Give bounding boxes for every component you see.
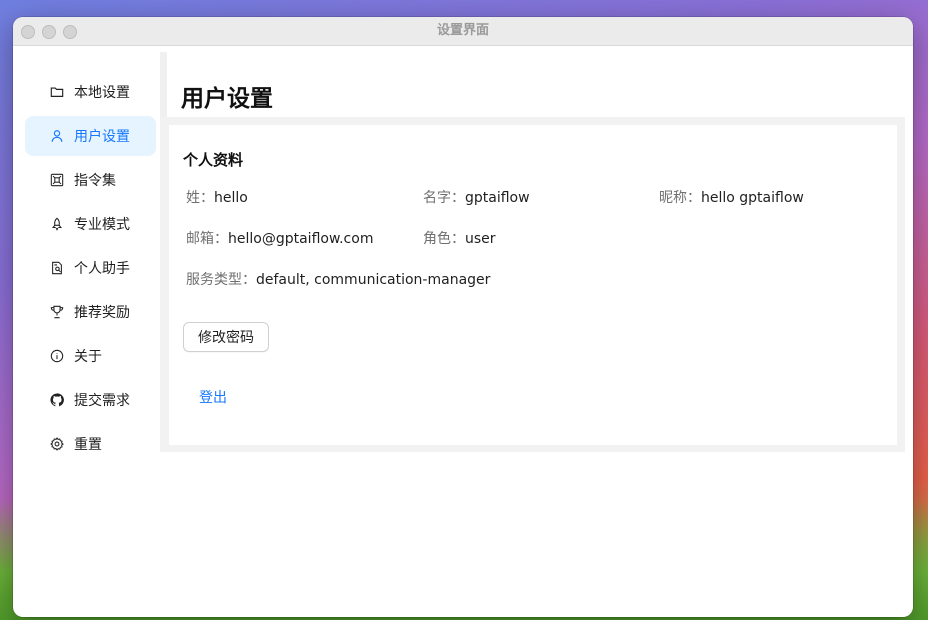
trophy-icon xyxy=(49,304,65,320)
file-search-icon xyxy=(49,260,65,276)
first-name-field: 名字：gptaiflow xyxy=(423,187,530,207)
page-title: 用户设置 xyxy=(181,86,273,112)
last-name-label: 姓： xyxy=(186,190,214,206)
email-field: 邮箱：hello@gptaiflow.com xyxy=(186,228,373,248)
role-label: 角色： xyxy=(423,231,465,247)
sidebar: 本地设置 用户设置 指令集 专业模式 个人助手 推荐奖励 关于 提交需求 重置 xyxy=(13,46,160,617)
service-type-field: 服务类型：default, communication-manager xyxy=(186,269,490,289)
sidebar-item-label: 重置 xyxy=(74,437,102,453)
folder-icon xyxy=(49,84,65,100)
logout-button[interactable]: 登出 xyxy=(199,387,227,407)
info-icon xyxy=(49,348,65,364)
nickname-label: 昵称： xyxy=(659,190,701,206)
github-icon xyxy=(49,392,65,408)
sidebar-item-submit-request[interactable]: 提交需求 xyxy=(25,380,156,420)
sidebar-item-pro-mode[interactable]: 专业模式 xyxy=(25,204,156,244)
sidebar-item-user-settings[interactable]: 用户设置 xyxy=(25,116,156,156)
settings-window: 设置界面 本地设置 用户设置 指令集 专业模式 个人助手 推荐奖励 关于 提交需… xyxy=(13,17,913,617)
last-name-field: 姓：hello xyxy=(186,187,248,207)
service-type-label: 服务类型： xyxy=(186,272,256,288)
email-value: hello@gptaiflow.com xyxy=(228,231,374,247)
sidebar-item-label: 提交需求 xyxy=(74,393,130,409)
sidebar-item-label: 指令集 xyxy=(74,173,116,189)
sidebar-item-referral[interactable]: 推荐奖励 xyxy=(25,292,156,332)
email-label: 邮箱： xyxy=(186,231,228,247)
nickname-field: 昵称：hello gptaiflow xyxy=(659,187,804,207)
card-title: 个人资料 xyxy=(183,151,244,169)
sidebar-item-label: 本地设置 xyxy=(74,85,130,101)
sidebar-item-label: 关于 xyxy=(74,349,102,365)
user-icon xyxy=(49,128,65,144)
main-content: 用户设置 个人资料 姓：hello 名字：gptaiflow 昵称：hello … xyxy=(160,46,913,617)
profile-card: 个人资料 姓：hello 名字：gptaiflow 昵称：hello gptai… xyxy=(169,125,897,445)
window-title: 设置界面 xyxy=(436,23,489,38)
role-value: user xyxy=(465,231,496,247)
profile-card-container: 个人资料 姓：hello 名字：gptaiflow 昵称：hello gptai… xyxy=(160,117,905,452)
nickname-value: hello gptaiflow xyxy=(701,190,804,206)
sidebar-item-label: 个人助手 xyxy=(74,261,130,277)
command-icon xyxy=(49,172,65,188)
role-field: 角色：user xyxy=(423,228,496,248)
first-name-label: 名字： xyxy=(423,190,465,206)
gear-icon xyxy=(49,436,65,452)
sidebar-item-local-settings[interactable]: 本地设置 xyxy=(25,72,156,112)
sidebar-item-label: 专业模式 xyxy=(74,217,130,233)
sidebar-item-about[interactable]: 关于 xyxy=(25,336,156,376)
rocket-icon xyxy=(49,216,65,232)
last-name-value: hello xyxy=(214,190,248,206)
sidebar-item-label: 用户设置 xyxy=(74,129,130,145)
sidebar-item-label: 推荐奖励 xyxy=(74,305,130,321)
change-password-button[interactable]: 修改密码 xyxy=(183,322,269,352)
first-name-value: gptaiflow xyxy=(465,190,530,206)
service-type-value: default, communication-manager xyxy=(256,272,491,288)
title-bar: 设置界面 xyxy=(13,17,913,46)
sidebar-item-assistant[interactable]: 个人助手 xyxy=(25,248,156,288)
sidebar-item-reset[interactable]: 重置 xyxy=(25,424,156,464)
sidebar-item-commands[interactable]: 指令集 xyxy=(25,160,156,200)
